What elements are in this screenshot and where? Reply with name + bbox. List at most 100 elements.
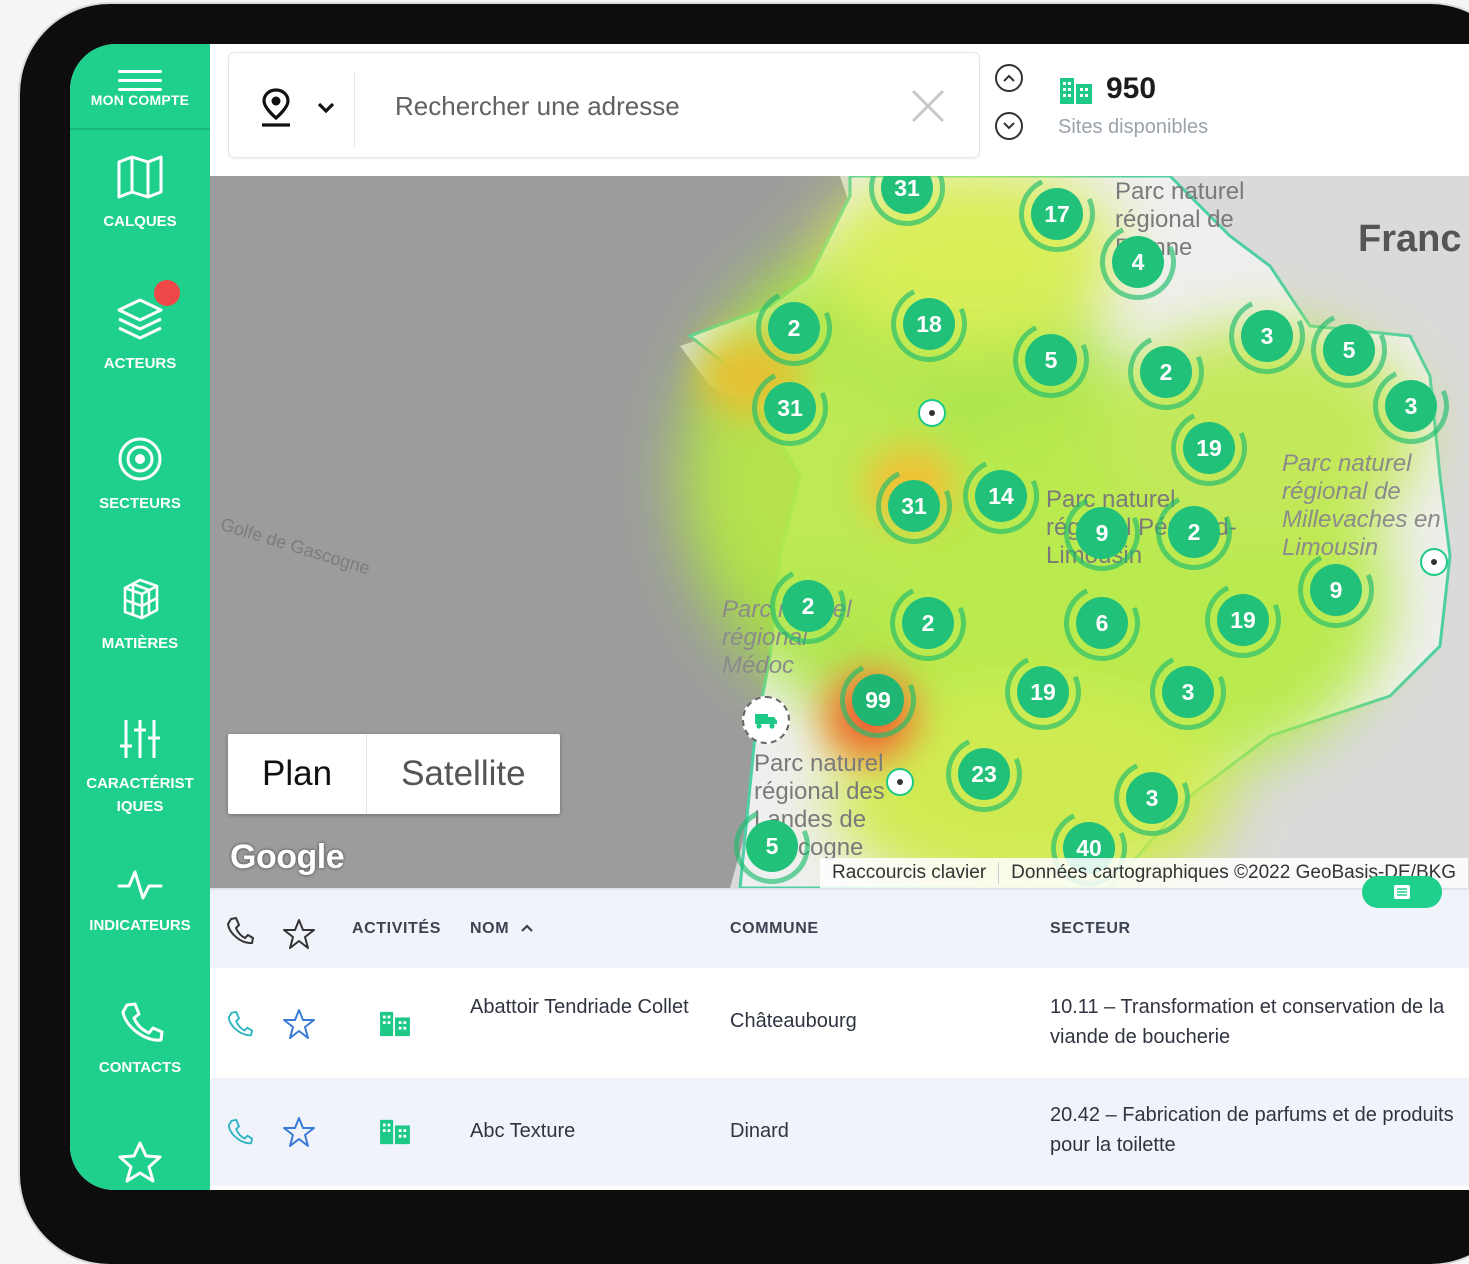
column-header-secteur[interactable]: SECTEUR xyxy=(1050,920,1131,938)
map-cluster[interactable]: 14 xyxy=(952,447,1050,545)
cell-secteur: 10.11 – Transformation et conservation d… xyxy=(1050,996,1445,1048)
pulse-icon xyxy=(117,870,163,900)
cube-icon xyxy=(123,578,159,620)
map-cluster[interactable]: 31 xyxy=(858,176,956,237)
sidebar-item-label: CALQUES xyxy=(103,213,177,230)
account-button[interactable]: MON COMPTE xyxy=(70,44,210,130)
clear-search-button[interactable] xyxy=(909,87,947,130)
address-search xyxy=(228,52,980,158)
building-icon xyxy=(380,1119,410,1145)
top-bar: 950 Sites disponibles xyxy=(210,44,1469,176)
sidebar-item-indicateurs[interactable]: INDICATEURS xyxy=(70,862,210,937)
map-cluster[interactable]: 2 xyxy=(1117,323,1215,421)
map-type-satellite-button[interactable]: Satellite xyxy=(366,734,560,814)
chevron-up-icon xyxy=(1003,74,1015,82)
map-cluster[interactable]: 6 xyxy=(1053,574,1151,672)
map-cluster[interactable]: 3 xyxy=(1139,643,1237,741)
sites-table: ACTIVITÉS NOM COMMUNE SECTEUR Abattoir T… xyxy=(210,876,1469,1190)
sidebar-item-caracteristiques[interactable]: CARACTÉRIST IQUES xyxy=(70,716,210,818)
map-cluster[interactable]: 3 xyxy=(1362,357,1460,455)
map-cluster[interactable]: 4 xyxy=(1089,213,1187,311)
map-cluster[interactable]: 19 xyxy=(1160,399,1258,497)
cell-commune: Dinard xyxy=(730,1120,789,1142)
map-marker[interactable] xyxy=(1420,548,1448,576)
sidebar-item-matieres[interactable]: MATIÈRES xyxy=(70,576,210,655)
chevron-down-icon xyxy=(317,102,335,114)
sidebar-item-label: INDICATEURS xyxy=(89,917,191,934)
scroll-up-button[interactable] xyxy=(995,64,1023,92)
map-cluster[interactable]: 9 xyxy=(1053,484,1151,582)
sites-label: Sites disponibles xyxy=(1058,116,1209,138)
map-cluster[interactable]: 23 xyxy=(935,725,1033,823)
chevron-down-icon xyxy=(1003,122,1015,130)
cell-secteur: 20.42 – Fabrication de parfums et de pro… xyxy=(1050,1104,1454,1156)
column-header-commune[interactable]: COMMUNE xyxy=(730,920,819,938)
sidebar-item-favoris[interactable] xyxy=(70,1140,210,1184)
location-pin-button[interactable] xyxy=(259,87,293,132)
map-cluster[interactable]: 18 xyxy=(880,275,978,373)
scroll-down-button[interactable] xyxy=(995,112,1023,140)
map-cluster[interactable]: 17 xyxy=(1008,176,1106,263)
sliders-icon xyxy=(120,720,160,758)
star-icon[interactable] xyxy=(282,1116,316,1148)
map-cluster[interactable]: 5 xyxy=(1002,311,1100,409)
map-label-country: Franc xyxy=(1358,218,1462,260)
phone-icon[interactable] xyxy=(224,1010,254,1038)
divider xyxy=(354,71,355,147)
phone-icon[interactable] xyxy=(224,1118,254,1146)
map-label-millevaches: Parc naturel régional de Millevaches en … xyxy=(1282,450,1441,561)
column-header-activites[interactable]: ACTIVITÉS xyxy=(352,920,441,938)
cell-nom: Abc Texture xyxy=(470,1120,576,1142)
star-icon xyxy=(118,1141,162,1183)
sidebar-item-secteurs[interactable]: SECTEURS xyxy=(70,436,210,515)
map-cluster[interactable]: 5 xyxy=(723,797,821,888)
sort-ascending-icon xyxy=(521,924,533,932)
close-icon xyxy=(911,89,945,123)
map-cluster[interactable]: 2 xyxy=(745,279,843,377)
sidebar-item-label: SECTEURS xyxy=(99,495,181,512)
map-cluster[interactable]: 3 xyxy=(1218,287,1316,385)
cell-commune: Châteaubourg xyxy=(730,1010,857,1032)
sidebar: MON COMPTE CALQUES ACTEURS SECTEURS MATI… xyxy=(70,44,210,1190)
table-row[interactable]: Abc Texture Dinard 20.42 – Fabrication d… xyxy=(210,1078,1469,1186)
map-cluster[interactable]: 19 xyxy=(1194,571,1292,669)
sidebar-item-label: CARACTÉRIST IQUES xyxy=(86,775,194,815)
star-header-icon[interactable] xyxy=(282,918,316,950)
phone-header-icon xyxy=(227,917,254,945)
map-view[interactable]: Golfe de Gascogne Franc Parc naturel rég… xyxy=(210,176,1469,888)
keyboard-shortcuts-link[interactable]: Raccourcis clavier xyxy=(820,862,998,884)
map-cluster[interactable]: 9 xyxy=(1287,541,1385,639)
map-cluster[interactable]: 31 xyxy=(865,457,963,555)
google-logo: Google xyxy=(230,838,345,876)
truck-icon xyxy=(755,714,777,729)
column-header-nom[interactable]: NOM xyxy=(470,920,534,938)
sidebar-item-calques[interactable]: CALQUES xyxy=(70,154,210,233)
map-cluster[interactable]: 19 xyxy=(994,643,1092,741)
location-dropdown[interactable] xyxy=(317,101,335,119)
sidebar-item-label: ACTEURS xyxy=(103,355,177,372)
list-icon xyxy=(1394,885,1410,899)
search-input[interactable] xyxy=(393,87,897,125)
map-cluster[interactable]: 99 xyxy=(829,651,927,749)
sidebar-item-label: CONTACTS xyxy=(98,1059,182,1076)
table-row[interactable]: Abattoir Tendriade Collet Châteaubourg 1… xyxy=(210,968,1469,1076)
map-cluster[interactable]: 2 xyxy=(879,574,977,672)
map-cluster[interactable]: 2 xyxy=(759,557,857,655)
map-cluster[interactable]: 31 xyxy=(741,359,839,457)
sidebar-item-contacts[interactable]: CONTACTS xyxy=(70,1000,210,1079)
map-type-plan-button[interactable]: Plan xyxy=(228,734,366,814)
target-icon xyxy=(118,437,162,481)
star-icon[interactable] xyxy=(282,1008,316,1040)
map-marker[interactable] xyxy=(918,399,946,427)
truck-marker[interactable] xyxy=(742,696,790,744)
sites-count: 950 xyxy=(1106,72,1157,105)
building-icon xyxy=(380,1011,410,1037)
map-type-control: Plan Satellite xyxy=(228,734,560,814)
column-header-label: NOM xyxy=(470,920,510,937)
table-toggle-handle[interactable] xyxy=(1362,876,1442,908)
map-marker[interactable] xyxy=(886,768,914,796)
cell-nom: Abattoir Tendriade Collet xyxy=(470,996,689,1018)
map-cluster[interactable]: 2 xyxy=(1145,483,1243,581)
table-header: ACTIVITÉS NOM COMMUNE SECTEUR xyxy=(210,876,1469,968)
sidebar-item-acteurs[interactable]: ACTEURS xyxy=(70,296,210,375)
